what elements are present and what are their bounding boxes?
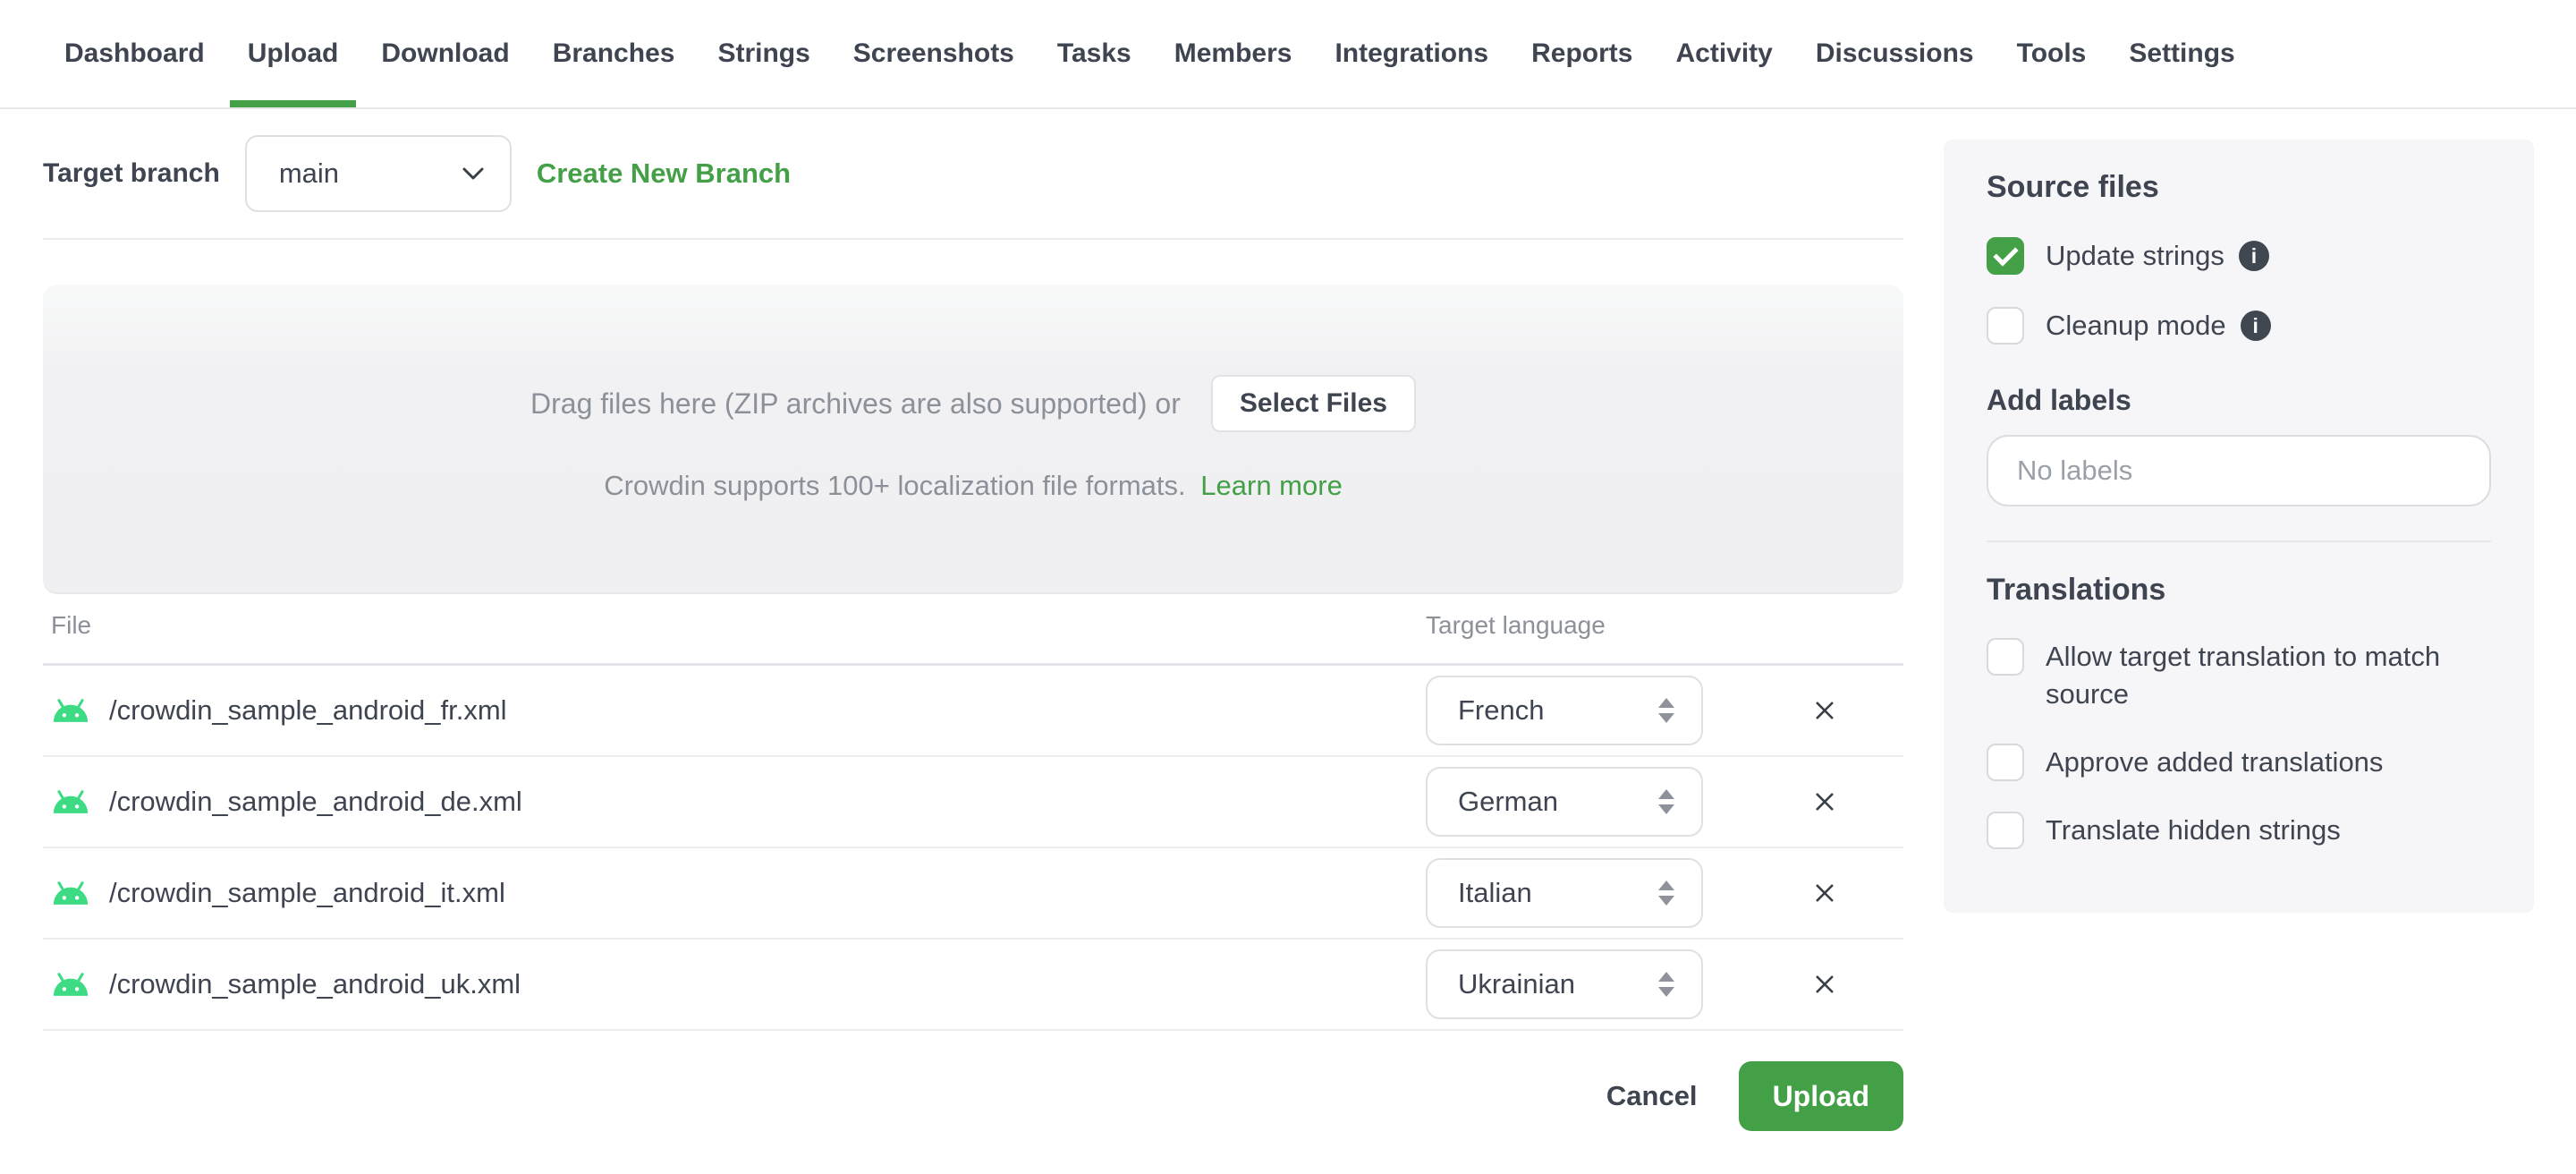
- update-strings-option: Update strings i: [1987, 237, 2491, 275]
- update-strings-checkbox[interactable]: [1987, 237, 2024, 275]
- checkbox-label: Update strings: [2046, 240, 2224, 271]
- target-branch-label: Target branch: [43, 158, 220, 188]
- nav-item-reports[interactable]: Reports: [1531, 0, 1632, 107]
- nav-item-branches[interactable]: Branches: [553, 0, 675, 107]
- branch-bar: Target branch main Create New Branch: [43, 109, 1903, 240]
- nav-item-screenshots[interactable]: Screenshots: [853, 0, 1014, 107]
- remove-file-button[interactable]: [1803, 780, 1846, 823]
- allow-target-match-source-checkbox[interactable]: [1987, 638, 2024, 676]
- table-row: /crowdin_sample_android_fr.xml French: [43, 666, 1903, 757]
- android-file-icon: [53, 881, 89, 905]
- add-labels-heading: Add labels: [1987, 384, 2131, 416]
- nav-item-discussions[interactable]: Discussions: [1816, 0, 1974, 107]
- target-language-value: French: [1458, 694, 1545, 726]
- file-path: /crowdin_sample_android_it.xml: [109, 877, 505, 908]
- column-header-file: File: [51, 611, 92, 639]
- dropzone-instruction-row: Drag files here (ZIP archives are also s…: [530, 375, 1416, 432]
- cleanup-mode-checkbox[interactable]: [1987, 307, 2024, 345]
- target-language-select[interactable]: French: [1426, 676, 1703, 745]
- close-icon: [1816, 884, 1834, 902]
- info-icon[interactable]: i: [2240, 311, 2271, 341]
- file-path: /crowdin_sample_android_uk.xml: [109, 968, 521, 1000]
- up-down-arrows-icon: [1658, 789, 1674, 814]
- upload-settings-sidebar: Source files Update strings i Cleanup mo…: [1944, 140, 2534, 913]
- remove-file-button[interactable]: [1803, 872, 1846, 915]
- nav-item-upload[interactable]: Upload: [229, 0, 356, 107]
- table-row: /crowdin_sample_android_it.xml Italian: [43, 848, 1903, 940]
- android-file-icon: [53, 973, 89, 996]
- nav-item-dashboard[interactable]: Dashboard: [64, 0, 205, 107]
- checkbox-label: Cleanup mode: [2046, 310, 2226, 341]
- checkbox-label: Translate hidden strings: [2046, 814, 2341, 846]
- target-language-value: German: [1458, 786, 1558, 817]
- page-content: Target branch main Create New Branch Dra…: [0, 109, 2576, 1174]
- remove-file-button[interactable]: [1803, 689, 1846, 732]
- allow-target-match-source-option: Allow target translation to match source: [1987, 638, 2491, 713]
- translate-hidden-strings-option: Translate hidden strings: [1987, 812, 2491, 849]
- remove-file-button[interactable]: [1803, 963, 1846, 1006]
- android-file-icon: [53, 790, 89, 813]
- android-file-icon: [53, 699, 89, 722]
- target-branch-select[interactable]: main: [244, 135, 512, 212]
- translations-heading: Translations: [1987, 573, 2166, 607]
- approve-added-translations-option: Approve added translations: [1987, 744, 2491, 781]
- file-path: /crowdin_sample_android_fr.xml: [109, 694, 507, 726]
- up-down-arrows-icon: [1658, 698, 1674, 723]
- up-down-arrows-icon: [1658, 880, 1674, 906]
- table-row: /crowdin_sample_android_de.xml German: [43, 757, 1903, 848]
- checkbox-label: Allow target translation to match source: [2046, 641, 2441, 710]
- nav-item-members[interactable]: Members: [1174, 0, 1292, 107]
- info-icon[interactable]: i: [2238, 241, 2269, 271]
- target-language-select[interactable]: Italian: [1426, 858, 1703, 928]
- target-language-value: Italian: [1458, 877, 1532, 908]
- target-branch-value: main: [278, 157, 340, 189]
- nav-item-strings[interactable]: Strings: [717, 0, 809, 107]
- upload-main-panel: Target branch main Create New Branch Dra…: [43, 109, 1903, 1174]
- cancel-button[interactable]: Cancel: [1606, 1061, 1698, 1131]
- supported-formats-text: Crowdin supports 100+ localization file …: [604, 470, 1186, 501]
- nav-item-tools[interactable]: Tools: [2017, 0, 2087, 107]
- translate-hidden-strings-checkbox[interactable]: [1987, 812, 2024, 849]
- nav-item-activity[interactable]: Activity: [1675, 0, 1772, 107]
- target-language-value: Ukrainian: [1458, 968, 1575, 1000]
- dropzone-support-row: Crowdin supports 100+ localization file …: [604, 470, 1343, 502]
- nav-item-integrations[interactable]: Integrations: [1335, 0, 1488, 107]
- chevron-down-icon: [462, 167, 484, 180]
- learn-more-link[interactable]: Learn more: [1200, 470, 1343, 501]
- files-table-header: File Target language: [43, 594, 1903, 666]
- dropzone-instruction: Drag files here (ZIP archives are also s…: [530, 387, 1181, 420]
- sidebar-divider: [1987, 540, 2491, 542]
- source-files-heading: Source files: [1987, 170, 2159, 204]
- approve-added-translations-checkbox[interactable]: [1987, 744, 2024, 781]
- nav-item-settings[interactable]: Settings: [2129, 0, 2234, 107]
- nav-item-tasks[interactable]: Tasks: [1057, 0, 1131, 107]
- footer-actions: Cancel Upload: [43, 1031, 1903, 1174]
- select-files-button[interactable]: Select Files: [1210, 375, 1416, 432]
- top-nav: Dashboard Upload Download Branches Strin…: [0, 0, 2576, 109]
- labels-input[interactable]: [1987, 435, 2491, 506]
- nav-item-download[interactable]: Download: [381, 0, 509, 107]
- checkbox-label: Approve added translations: [2046, 746, 2384, 778]
- upload-button[interactable]: Upload: [1738, 1061, 1903, 1131]
- target-language-select[interactable]: German: [1426, 767, 1703, 837]
- file-path: /crowdin_sample_android_de.xml: [109, 786, 522, 817]
- up-down-arrows-icon: [1658, 972, 1674, 997]
- cleanup-mode-option: Cleanup mode i: [1987, 307, 2491, 345]
- close-icon: [1816, 975, 1834, 993]
- file-dropzone[interactable]: Drag files here (ZIP archives are also s…: [43, 285, 1903, 594]
- table-row: /crowdin_sample_android_uk.xml Ukrainian: [43, 940, 1903, 1031]
- close-icon: [1816, 702, 1834, 719]
- target-language-select[interactable]: Ukrainian: [1426, 949, 1703, 1019]
- create-new-branch-link[interactable]: Create New Branch: [537, 157, 791, 190]
- close-icon: [1816, 793, 1834, 811]
- column-header-target-language: Target language: [1426, 611, 1606, 639]
